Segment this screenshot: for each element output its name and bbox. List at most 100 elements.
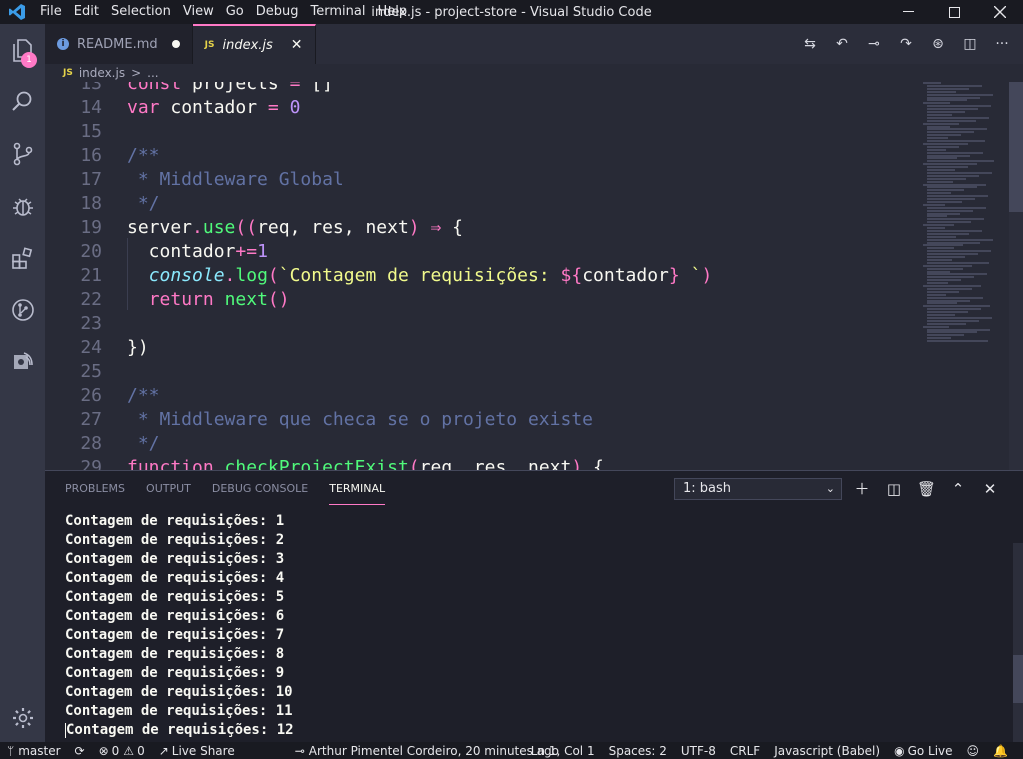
code-token: } — [668, 265, 680, 286]
split-terminal-icon[interactable]: ◫ — [885, 478, 903, 500]
editor-scrollbar[interactable] — [1009, 82, 1023, 470]
encoding[interactable]: UTF-8 — [674, 742, 723, 759]
terminal-line: Contagem de requisições: 11 — [65, 703, 293, 719]
tab-index-js[interactable]: JS index.js ✕ — [192, 24, 316, 64]
terminal-output[interactable]: Contagem de requisições: 1 Contagem de re… — [65, 512, 294, 740]
minimap[interactable] — [923, 82, 999, 470]
close-panel-icon[interactable]: ✕ — [981, 478, 999, 500]
breadcrumb-file[interactable]: index.js — [79, 66, 125, 80]
minimap-line — [927, 258, 952, 261]
code-line[interactable]: 20 contador+=1 — [45, 240, 925, 264]
git-lens-icon[interactable]: ⊛ — [929, 36, 947, 52]
minimap-line — [927, 267, 963, 270]
code-line[interactable]: 17 * Middleware Global — [45, 168, 925, 192]
source-control-icon[interactable] — [0, 128, 45, 180]
more-actions-icon[interactable]: ··· — [993, 36, 1011, 52]
live-share-button[interactable]: ↗ Live Share — [152, 742, 242, 759]
menu-item-terminal[interactable]: Terminal — [305, 0, 372, 24]
terminal-line: Contagem de requisições: 9 — [65, 665, 285, 681]
minimap-line — [923, 244, 963, 247]
code-token: 0 — [289, 97, 301, 118]
cursor-position[interactable]: Ln 1, Col 1 — [524, 742, 602, 759]
minimap-line — [927, 125, 950, 128]
end-of-line[interactable]: CRLF — [723, 742, 767, 759]
notifications-bell-icon[interactable]: 🔔 — [986, 742, 1015, 759]
problems-status[interactable]: ⊗ 0 ⚠ 0 — [92, 742, 152, 759]
editor-tab-bar: i README.md JS index.js ✕ ⇆ ↶ ⊸ ↷ ⊛ ◫ ··… — [45, 24, 1023, 64]
split-editor-icon[interactable]: ◫ — [961, 36, 979, 52]
menu-item-view[interactable]: View — [177, 0, 220, 24]
code-line[interactable]: 23 — [45, 312, 925, 336]
code-line[interactable]: 22 return next() — [45, 288, 925, 312]
panel-tab-output[interactable]: OUTPUT — [146, 471, 191, 507]
code-line[interactable]: 18 */ — [45, 192, 925, 216]
menu-item-file[interactable]: File — [34, 0, 68, 24]
debug-icon[interactable] — [0, 180, 45, 232]
code-line[interactable]: 19 server.use((req, res, next) ⇒ { — [45, 216, 925, 240]
revision-icon[interactable]: ⊸ — [865, 36, 883, 52]
go-live-button[interactable]: ◉ Go Live — [887, 742, 959, 759]
feedback-smiley-icon[interactable]: ☺ — [960, 742, 987, 759]
minimap-line — [927, 282, 948, 285]
breadcrumb: JS index.js > ... — [45, 64, 1023, 82]
search-icon[interactable] — [0, 76, 45, 128]
minimap-line — [927, 96, 980, 99]
code-line[interactable]: 29 function checkProjectExist(req, res, n… — [45, 456, 925, 470]
minimize-icon[interactable] — [885, 0, 931, 24]
line-number: 26 — [80, 385, 102, 406]
code-editor[interactable]: 13 const projects = [] 14 var contador = 01… — [45, 82, 1023, 470]
close-window-icon[interactable] — [977, 0, 1023, 24]
extensions-icon[interactable] — [0, 232, 45, 284]
code-line[interactable]: 28 */ — [45, 432, 925, 456]
remote-explorer-icon[interactable] — [0, 336, 45, 388]
go-back-icon[interactable]: ↶ — [833, 36, 851, 52]
tab-readme[interactable]: i README.md — [45, 24, 193, 64]
code-line[interactable]: 25 — [45, 360, 925, 384]
explorer-icon[interactable]: 1 — [0, 24, 45, 76]
language-mode[interactable]: Javascript (Babel) — [767, 742, 887, 759]
line-number: 23 — [80, 313, 102, 334]
code-line[interactable]: 24}) — [45, 336, 925, 360]
code-line[interactable]: 13 const projects = [] — [45, 82, 925, 96]
close-tab-icon[interactable]: ✕ — [291, 37, 303, 53]
indentation[interactable]: Spaces: 2 — [602, 742, 674, 759]
code-line[interactable]: 14 var contador = 0 — [45, 96, 925, 120]
git-history-icon[interactable] — [0, 284, 45, 336]
sync-icon[interactable]: ⟳ — [68, 742, 92, 759]
code-token: contador — [127, 241, 236, 262]
menu-item-debug[interactable]: Debug — [250, 0, 305, 24]
panel-tab-debug-console[interactable]: DEBUG CONSOLE — [212, 471, 308, 507]
trash-icon[interactable]: 🗑 — [917, 478, 936, 500]
code-line[interactable]: 27 * Middleware que checa se o projeto e… — [45, 408, 925, 432]
code-token: = — [289, 82, 301, 94]
terminal-select-value: 1: bash — [683, 481, 732, 496]
minimap-line — [927, 337, 951, 340]
go-forward-icon[interactable]: ↷ — [897, 36, 915, 52]
maximize-panel-icon[interactable]: ⌃ — [949, 478, 967, 500]
code-line[interactable]: 16 /** — [45, 144, 925, 168]
code-line[interactable]: 26 /** — [45, 384, 925, 408]
minimap-line — [927, 331, 977, 334]
code-token: */ — [127, 433, 160, 454]
minimap-line — [927, 131, 974, 134]
terminal-scrollbar[interactable] — [1013, 543, 1023, 743]
code-line[interactable]: 15 — [45, 120, 925, 144]
breadcrumb-symbols[interactable]: ... — [147, 66, 158, 80]
branch-status[interactable]: ᛘ master — [0, 742, 68, 759]
panel-tab-terminal[interactable]: TERMINAL — [329, 473, 386, 505]
menu-item-selection[interactable]: Selection — [105, 0, 177, 24]
settings-gear-icon[interactable] — [0, 698, 45, 738]
compare-changes-icon[interactable]: ⇆ — [801, 36, 819, 52]
panel-tab-problems[interactable]: PROBLEMS — [65, 471, 125, 507]
menu-item-edit[interactable]: Edit — [68, 0, 105, 24]
terminal-select[interactable]: 1: bash ⌄ — [674, 478, 842, 500]
menu-item-help[interactable]: Help — [371, 0, 413, 24]
minimap-line — [927, 87, 969, 90]
code-text: contador+=1 — [127, 240, 268, 264]
code-line[interactable]: 21 console.log(`Contagem de requisições:… — [45, 264, 925, 288]
new-terminal-icon[interactable]: ＋ — [853, 478, 871, 500]
maximize-icon[interactable] — [931, 0, 977, 24]
menu-item-go[interactable]: Go — [220, 0, 250, 24]
